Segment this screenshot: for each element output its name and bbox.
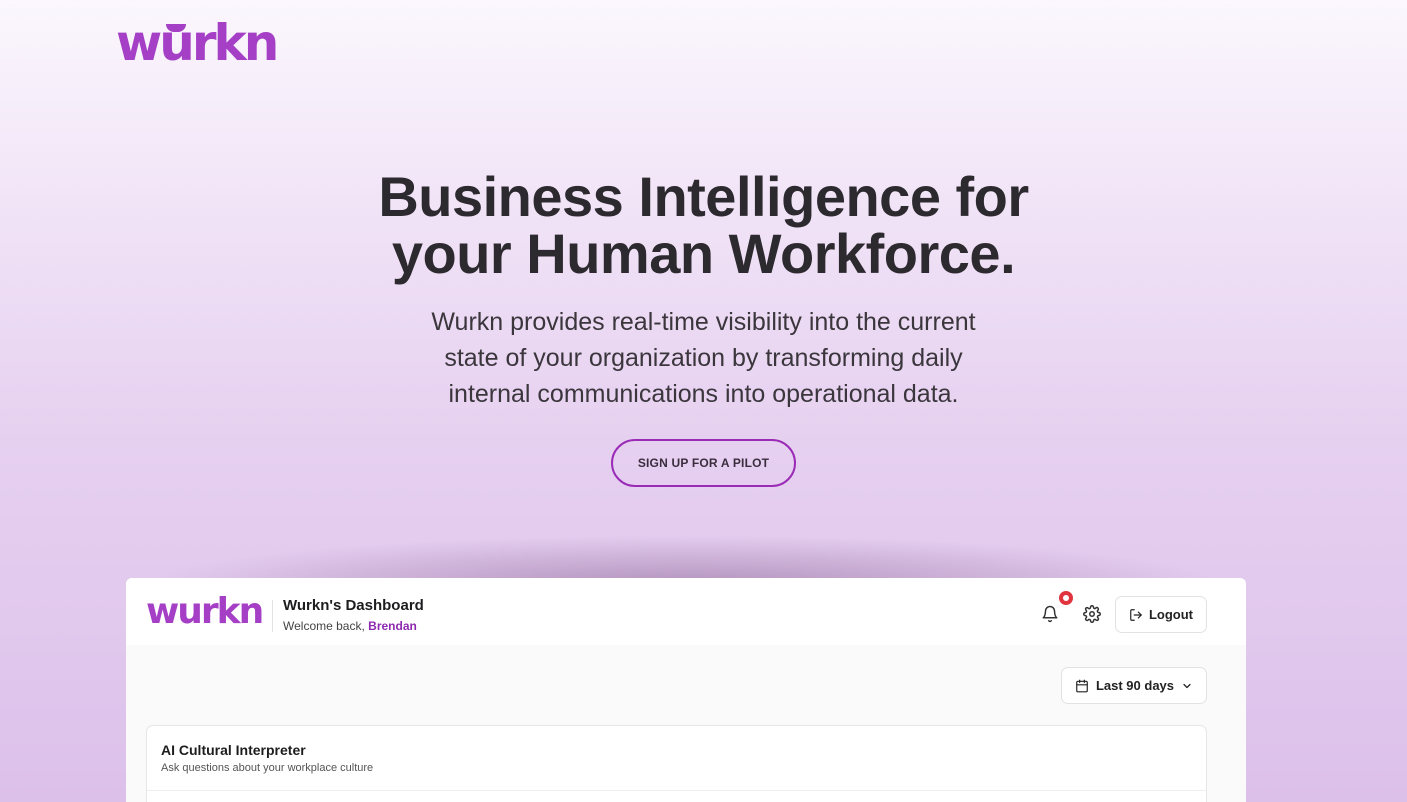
logout-label: Logout <box>1148 607 1194 622</box>
hero-title: Business Intelligence for your Human Wor… <box>0 168 1407 282</box>
bell-icon[interactable] <box>1039 603 1061 625</box>
logout-button[interactable]: Logout <box>1115 596 1207 633</box>
dashboard-title: Wurkn's Dashboard <box>283 597 424 614</box>
card-divider <box>147 790 1206 791</box>
hero-title-line2: your Human Workforce. <box>391 222 1016 285</box>
welcome-text: Welcome back, Brendan <box>283 619 417 633</box>
welcome-prefix: Welcome back, <box>283 619 369 633</box>
gear-icon[interactable] <box>1081 603 1103 625</box>
header-divider <box>272 600 273 632</box>
signup-pilot-button[interactable]: SIGN UP FOR A PILOT <box>611 439 796 487</box>
date-range-select[interactable]: Last 90 days <box>1061 667 1207 704</box>
logout-icon <box>1129 608 1143 622</box>
calendar-icon <box>1075 679 1089 693</box>
dashboard-preview: wurkn Wurkn's Dashboard Welcome back, Br… <box>126 578 1246 802</box>
card-title: AI Cultural Interpreter <box>161 742 306 758</box>
dashboard-header: wurkn Wurkn's Dashboard Welcome back, Br… <box>126 578 1246 645</box>
card-subtitle: Ask questions about your workplace cultu… <box>161 762 374 774</box>
date-range-label: Last 90 days <box>1095 678 1175 693</box>
notification-badge <box>1059 591 1073 605</box>
user-name: Brendan <box>368 619 417 633</box>
hero-section: Business Intelligence for your Human Wor… <box>0 168 1407 487</box>
hero-title-line1: Business Intelligence for <box>378 165 1029 228</box>
chevron-down-icon <box>1181 680 1193 692</box>
ai-interpreter-card: AI Cultural Interpreter Ask questions ab… <box>146 725 1207 802</box>
dashboard-logo[interactable]: wurkn <box>146 594 264 630</box>
hero-description: Wurkn provides real-time visibility into… <box>431 308 976 408</box>
brand-logo[interactable]: wurkn <box>116 18 279 68</box>
